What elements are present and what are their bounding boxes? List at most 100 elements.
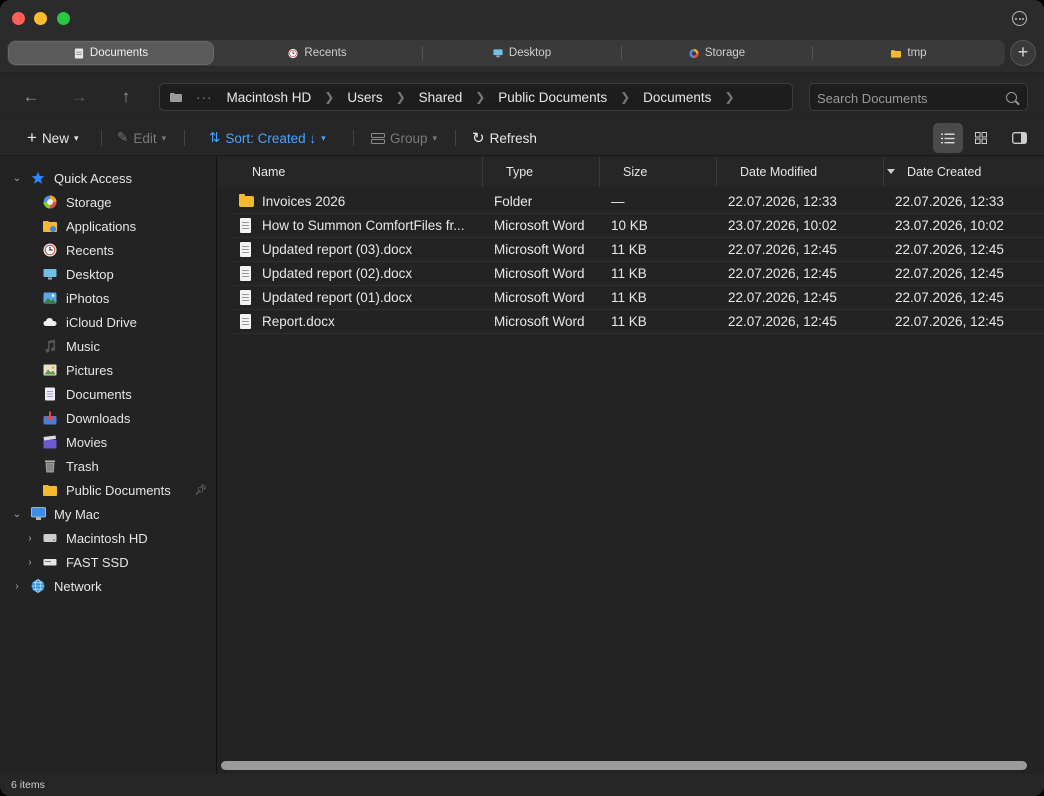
horizontal-scrollbar[interactable] [221, 761, 1027, 770]
computer-icon [31, 507, 46, 520]
table-row[interactable]: Updated report (01).docx Microsoft Word … [234, 286, 1044, 310]
sidebar-item-desktop[interactable]: Desktop [0, 262, 217, 286]
music-icon [45, 339, 56, 353]
more-options-icon[interactable] [1012, 11, 1027, 26]
sidebar-item-iphotos[interactable]: iPhotos [0, 286, 217, 310]
sidebar-section-my-mac[interactable]: ⌄ My Mac [0, 502, 217, 526]
sidebar-item-label: iPhotos [66, 290, 110, 306]
cloud-icon [43, 318, 57, 326]
sidebar-item-label: Documents [66, 386, 132, 402]
trash-icon [45, 460, 55, 473]
table-row[interactable]: Updated report (03).docx Microsoft Word … [234, 238, 1044, 262]
sidebar-item-trash[interactable]: Trash [0, 454, 217, 478]
column-resizer[interactable] [599, 157, 600, 187]
sidebar-item-pictures[interactable]: Pictures [0, 358, 217, 382]
minimize-window-button[interactable] [34, 12, 47, 25]
tab-label: Storage [704, 47, 746, 59]
chevron-right-icon[interactable]: › [12, 581, 22, 592]
file-date-modified: 22.07.2026, 12:45 [728, 266, 837, 281]
table-row[interactable]: Invoices 2026 Folder — 22.07.2026, 12:33… [234, 190, 1044, 214]
sidebar-item-storage[interactable]: Storage [0, 190, 217, 214]
sidebar-item-label: Recents [66, 242, 114, 258]
column-resizer[interactable] [883, 157, 884, 187]
grid-view-button[interactable] [966, 123, 996, 153]
sidebar-item-recents[interactable]: Recents [0, 238, 217, 262]
sidebar-item-icloud-drive[interactable]: iCloud Drive [0, 310, 217, 334]
file-name: Updated report (02).docx [262, 266, 413, 281]
sidebar-section-quick-access[interactable]: ⌄ Quick Access [0, 166, 217, 190]
title-bar [0, 0, 1044, 38]
breadcrumb-item[interactable]: Public Documents [498, 90, 607, 105]
table-row[interactable]: How to Summon ComfortFiles fr... Microso… [234, 214, 1044, 238]
table-row[interactable]: Report.docx Microsoft Word 11 KB 22.07.2… [234, 310, 1044, 334]
sidebar-item-movies[interactable]: Movies [0, 430, 217, 454]
sidebar-item-documents[interactable]: Documents [0, 382, 217, 406]
tab-desktop[interactable]: Desktop [423, 40, 621, 66]
preview-pane-button[interactable] [1004, 123, 1034, 153]
chevron-down-icon: ▾ [321, 132, 326, 143]
chevron-right-icon[interactable]: › [25, 533, 35, 544]
grid-icon [975, 132, 987, 144]
folder-icon [891, 49, 902, 58]
close-window-button[interactable] [12, 12, 25, 25]
toolbar-divider [455, 130, 456, 146]
chevron-down-icon[interactable]: ⌄ [12, 173, 22, 184]
column-date-modified[interactable]: Date Modified [740, 157, 817, 187]
forward-arrow-icon[interactable]: → [67, 85, 91, 109]
search-icon[interactable] [1006, 92, 1017, 103]
new-button[interactable]: + New ▾ [27, 120, 78, 156]
applications-folder-icon [43, 221, 57, 232]
table-row[interactable]: Updated report (02).docx Microsoft Word … [234, 262, 1044, 286]
tab-tmp[interactable]: tmp [813, 40, 1005, 66]
sidebar-item-public-documents[interactable]: Public Documents 📌︎ [0, 478, 217, 502]
group-icon [371, 132, 385, 144]
up-arrow-icon[interactable]: ↑ [114, 85, 138, 109]
breadcrumb-overflow[interactable]: ··· [196, 90, 213, 105]
column-name[interactable]: Name [252, 157, 285, 187]
file-list: Name Type Size Date Modified Date Create… [218, 157, 1044, 774]
tab-recents[interactable]: Recents [215, 40, 420, 66]
column-date-created[interactable]: Date Created [907, 157, 981, 187]
group-button[interactable]: Group ▾ [371, 120, 437, 156]
column-resizer[interactable] [482, 157, 483, 187]
refresh-button[interactable]: ↻ Refresh [472, 120, 537, 156]
navigation-bar: ← → ↑ ··· Macintosh HD ❯ Users ❯ Shared … [0, 75, 1044, 119]
breadcrumb-item[interactable]: Documents [643, 90, 711, 105]
sidebar-item-applications[interactable]: Applications [0, 214, 217, 238]
word-document-icon [240, 266, 251, 281]
sidebar-item-downloads[interactable]: Downloads [0, 406, 217, 430]
sidebar-section-network[interactable]: › Network [0, 574, 217, 598]
list-view-button[interactable] [933, 123, 963, 153]
breadcrumb-item[interactable]: Shared [419, 90, 463, 105]
breadcrumb-item[interactable]: Macintosh HD [227, 90, 312, 105]
pin-icon[interactable]: 📌︎ [194, 485, 207, 496]
column-type[interactable]: Type [506, 157, 533, 187]
refresh-icon: ↻ [472, 130, 485, 147]
file-type: Microsoft Word [494, 242, 585, 257]
chevron-right-icon[interactable]: ❯ [724, 90, 734, 104]
pencil-icon: ✎ [117, 130, 129, 145]
sidebar-item-music[interactable]: Music [0, 334, 217, 358]
column-size[interactable]: Size [623, 157, 647, 187]
chevron-down-icon[interactable]: ⌄ [12, 509, 22, 520]
sidebar-item-macintosh-hd[interactable]: › Macintosh HD [0, 526, 217, 550]
column-resizer[interactable] [716, 157, 717, 187]
chevron-right-icon[interactable]: › [25, 557, 35, 568]
sort-button[interactable]: ⇅ Sort: Created ↓ ▾ [209, 120, 326, 156]
edit-button[interactable]: ✎ Edit ▾ [117, 120, 166, 156]
folder-icon[interactable] [170, 92, 182, 102]
sidebar-item-fast-ssd[interactable]: › FAST SSD [0, 550, 217, 574]
group-label: Group [390, 130, 428, 146]
word-document-icon [240, 242, 251, 257]
tab-label: Documents [89, 47, 149, 59]
back-arrow-icon[interactable]: ← [19, 85, 43, 109]
sidebar-section-label: Network [54, 578, 102, 594]
tab-storage[interactable]: Storage [622, 40, 812, 66]
tab-documents[interactable]: Documents [8, 41, 214, 65]
search-input[interactable] [817, 89, 997, 107]
sidebar-item-label: Trash [66, 458, 99, 474]
breadcrumb-item[interactable]: Users [347, 90, 382, 105]
new-tab-button[interactable]: + [1010, 40, 1036, 66]
zoom-window-button[interactable] [57, 12, 70, 25]
file-date-modified: 22.07.2026, 12:33 [728, 194, 837, 209]
